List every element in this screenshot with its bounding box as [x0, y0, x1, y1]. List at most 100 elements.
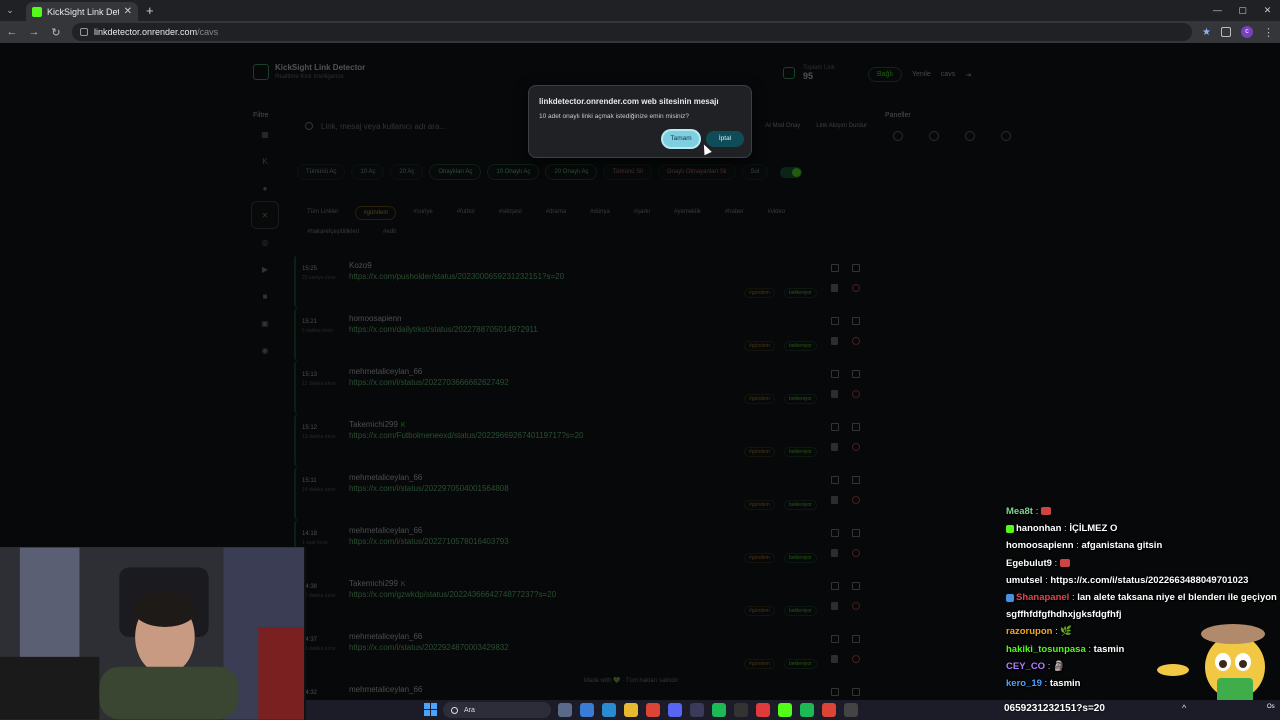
copy-link-icon[interactable]	[852, 476, 860, 484]
tab-search-icon[interactable]: ⌄	[0, 1, 20, 21]
tag-filter-chip[interactable]: #dünya	[583, 206, 617, 220]
tag-filter-chip[interactable]: #edit	[376, 226, 403, 238]
copy-link-icon[interactable]	[852, 582, 860, 590]
edge-icon[interactable]	[602, 703, 616, 717]
ban-user-icon[interactable]	[852, 337, 860, 345]
auto-open-toggle[interactable]	[780, 166, 803, 178]
copy-link-icon[interactable]	[852, 317, 860, 325]
bulk-action-button[interactable]: 20 Onaylı Aç	[545, 164, 598, 180]
refresh-button[interactable]: Yenile	[912, 71, 931, 78]
image-platform-icon[interactable]: ▣	[251, 309, 279, 337]
delete-icon[interactable]	[831, 602, 838, 610]
user-platform-icon[interactable]: ●	[251, 174, 279, 202]
back-icon[interactable]: ←	[6, 26, 18, 38]
list-panel-icon[interactable]	[965, 131, 975, 141]
copy-link-icon[interactable]	[852, 635, 860, 643]
youtube-platform-icon[interactable]: ▶	[251, 255, 279, 283]
app-icon-7[interactable]	[800, 703, 814, 717]
feed-item-url[interactable]: https://x.com/i/status/20227105780164037…	[349, 537, 509, 546]
explorer-icon[interactable]	[624, 703, 638, 717]
tag-filter-chip[interactable]: #suriye	[406, 206, 439, 220]
feed-item-url[interactable]: https://x.com/Futbolmeneexd/status/20229…	[349, 431, 583, 440]
reload-icon[interactable]: ↻	[50, 26, 62, 39]
bulk-action-button[interactable]: Tümünü Aç	[297, 164, 346, 180]
app-icon-5[interactable]	[756, 703, 770, 717]
ai-mod-toggle[interactable]: AI Mod Onay	[765, 123, 800, 129]
tray-overflow-icon[interactable]: ^	[1182, 703, 1186, 713]
bulk-action-button[interactable]: 10 Onaylı Aç	[487, 164, 540, 180]
open-link-icon[interactable]	[831, 264, 839, 272]
copy-link-icon[interactable]	[852, 529, 860, 537]
open-link-icon[interactable]	[831, 529, 839, 537]
tag-filter-chip[interactable]: #drama	[539, 206, 573, 220]
feed-item-url[interactable]: https://x.com/pusholder/status/202300065…	[349, 272, 564, 281]
tag-filter-chip[interactable]: #futbol	[450, 206, 482, 220]
ban-user-icon[interactable]	[852, 496, 860, 504]
open-link-icon[interactable]	[831, 476, 839, 484]
app-icon-6[interactable]	[778, 703, 792, 717]
copy-link-icon[interactable]	[852, 264, 860, 272]
maximize-icon[interactable]: ▢	[1230, 0, 1255, 20]
tag-filter-chip[interactable]: #şarkı	[627, 206, 657, 220]
ban-user-icon[interactable]	[852, 284, 860, 292]
tag-filter-chip[interactable]: #yemeklik	[667, 206, 708, 220]
bulk-action-button[interactable]: 20 Aç	[390, 164, 424, 180]
open-link-icon[interactable]	[831, 370, 839, 378]
dialog-cancel-button[interactable]: İptal	[706, 131, 744, 147]
x-platform-icon[interactable]: ✕	[251, 201, 279, 229]
browser-tab-active[interactable]: KickSight Link Detector ✕	[26, 2, 138, 21]
bookmark-star-icon[interactable]: ★	[1202, 27, 1211, 38]
open-link-icon[interactable]	[831, 423, 839, 431]
tag-filter-chip[interactable]: #haber	[718, 206, 751, 220]
bulk-action-button[interactable]: Tümünü Sil	[603, 164, 652, 180]
copy-link-icon[interactable]	[852, 688, 860, 696]
kick-platform-icon[interactable]: K	[251, 147, 279, 175]
other-platform-icon[interactable]: ◉	[251, 336, 279, 364]
open-link-icon[interactable]	[831, 582, 839, 590]
delete-icon[interactable]	[831, 284, 838, 292]
site-info-icon[interactable]	[80, 28, 88, 36]
user-label[interactable]: cavs	[941, 71, 955, 78]
copy-link-icon[interactable]	[852, 423, 860, 431]
spotify-icon[interactable]	[712, 703, 726, 717]
app-icon-9[interactable]	[844, 703, 858, 717]
close-tab-icon[interactable]: ✕	[124, 6, 132, 17]
profile-avatar-icon[interactable]: c	[1241, 26, 1253, 38]
tag-filter-chip[interactable]: #hakaretçeşitlilikleri	[300, 226, 366, 238]
open-link-icon[interactable]	[831, 688, 839, 696]
extensions-icon[interactable]	[1221, 27, 1231, 37]
app-icon-4[interactable]	[734, 703, 748, 717]
forward-icon[interactable]: →	[28, 26, 40, 38]
delete-icon[interactable]	[831, 390, 838, 398]
all-platforms-icon[interactable]: ▦	[251, 120, 279, 148]
logout-icon[interactable]: ⇥	[965, 71, 971, 79]
delete-icon[interactable]	[831, 337, 838, 345]
close-window-icon[interactable]: ✕	[1255, 0, 1280, 20]
tag-filter-chip[interactable]: #video	[761, 206, 793, 220]
video-platform-icon[interactable]: ■	[251, 282, 279, 310]
app-icon-2[interactable]	[668, 703, 682, 717]
delete-icon[interactable]	[831, 549, 838, 557]
delete-icon[interactable]	[831, 443, 838, 451]
new-tab-icon[interactable]: +	[146, 3, 154, 18]
bulk-action-button[interactable]: Onaylıları Aç	[429, 164, 482, 180]
dialog-ok-button[interactable]: Tamam	[663, 131, 699, 147]
ban-panel-icon[interactable]	[893, 131, 903, 141]
app-icon-1[interactable]	[580, 703, 594, 717]
feed-item-url[interactable]: https://x.com/i/status/20227036666626274…	[349, 378, 509, 387]
browser-menu-icon[interactable]: ⋮	[1263, 26, 1274, 39]
ban-user-icon[interactable]	[852, 443, 860, 451]
bulk-action-button[interactable]: 10 Aç	[351, 164, 385, 180]
feed-item-url[interactable]: https://x.com/i/status/20229705040015648…	[349, 484, 509, 493]
app-icon-8[interactable]	[822, 703, 836, 717]
bulk-action-button[interactable]: Sol	[741, 164, 769, 180]
copy-link-icon[interactable]	[852, 370, 860, 378]
ban-user-icon[interactable]	[852, 549, 860, 557]
tag-filter-chip[interactable]: #siktşesi	[492, 206, 529, 220]
feed-item-url[interactable]: https://x.com/dailytrkst/status/20227887…	[349, 325, 538, 334]
ban-user-icon[interactable]	[852, 602, 860, 610]
open-link-icon[interactable]	[831, 635, 839, 643]
windows-start-icon[interactable]	[424, 703, 437, 716]
instagram-platform-icon[interactable]: ◎	[251, 228, 279, 256]
ban-user-icon[interactable]	[852, 390, 860, 398]
